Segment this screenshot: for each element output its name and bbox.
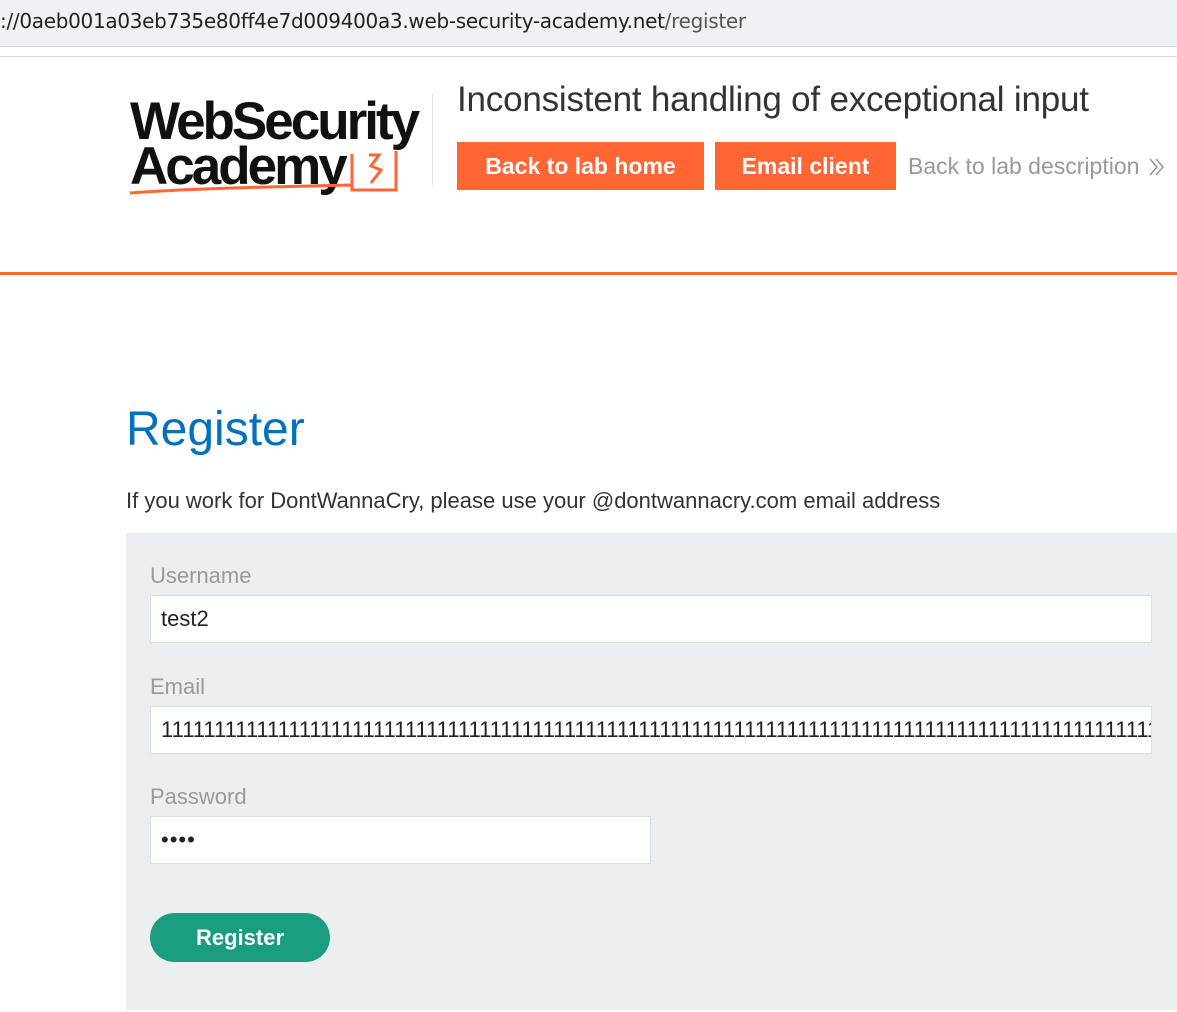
- password-input[interactable]: ••••: [150, 816, 651, 864]
- register-button[interactable]: Register: [150, 913, 330, 962]
- email-input[interactable]: 1111111111111111111111111111111111111111…: [150, 706, 1152, 754]
- logo-divider: [432, 93, 433, 185]
- web-security-academy-logo[interactable]: WebSecurity Academy: [126, 89, 432, 199]
- url-path: /register: [664, 9, 746, 33]
- username-input[interactable]: test2: [150, 595, 1152, 643]
- email-client-button[interactable]: Email client: [715, 142, 896, 190]
- url-host: ://0aeb001a03eb735e80ff4e7d009400a3.web-…: [0, 9, 665, 33]
- url-text[interactable]: ://0aeb001a03eb735e80ff4e7d009400a3.web-…: [0, 9, 746, 33]
- registration-note: If you work for DontWannaCry, please use…: [126, 488, 941, 513]
- browser-address-bar[interactable]: ://0aeb001a03eb735e80ff4e7d009400a3.web-…: [0, 0, 1177, 47]
- register-form: Username test2 Email 1111111111111111111…: [126, 533, 1177, 1010]
- page-title: Register: [126, 403, 305, 456]
- lab-title: Inconsistent handling of exceptional inp…: [457, 80, 1089, 119]
- password-label: Password: [150, 784, 247, 809]
- username-label: Username: [150, 563, 252, 588]
- email-label: Email: [150, 674, 206, 699]
- back-to-lab-home-button[interactable]: Back to lab home: [457, 142, 704, 190]
- back-to-lab-description-label: Back to lab description: [908, 153, 1140, 179]
- back-to-lab-description-link[interactable]: Back to lab description: [908, 153, 1165, 180]
- lab-header: WebSecurity Academy Inconsistent handlin…: [0, 56, 1177, 275]
- double-chevron-right-icon: [1149, 157, 1165, 176]
